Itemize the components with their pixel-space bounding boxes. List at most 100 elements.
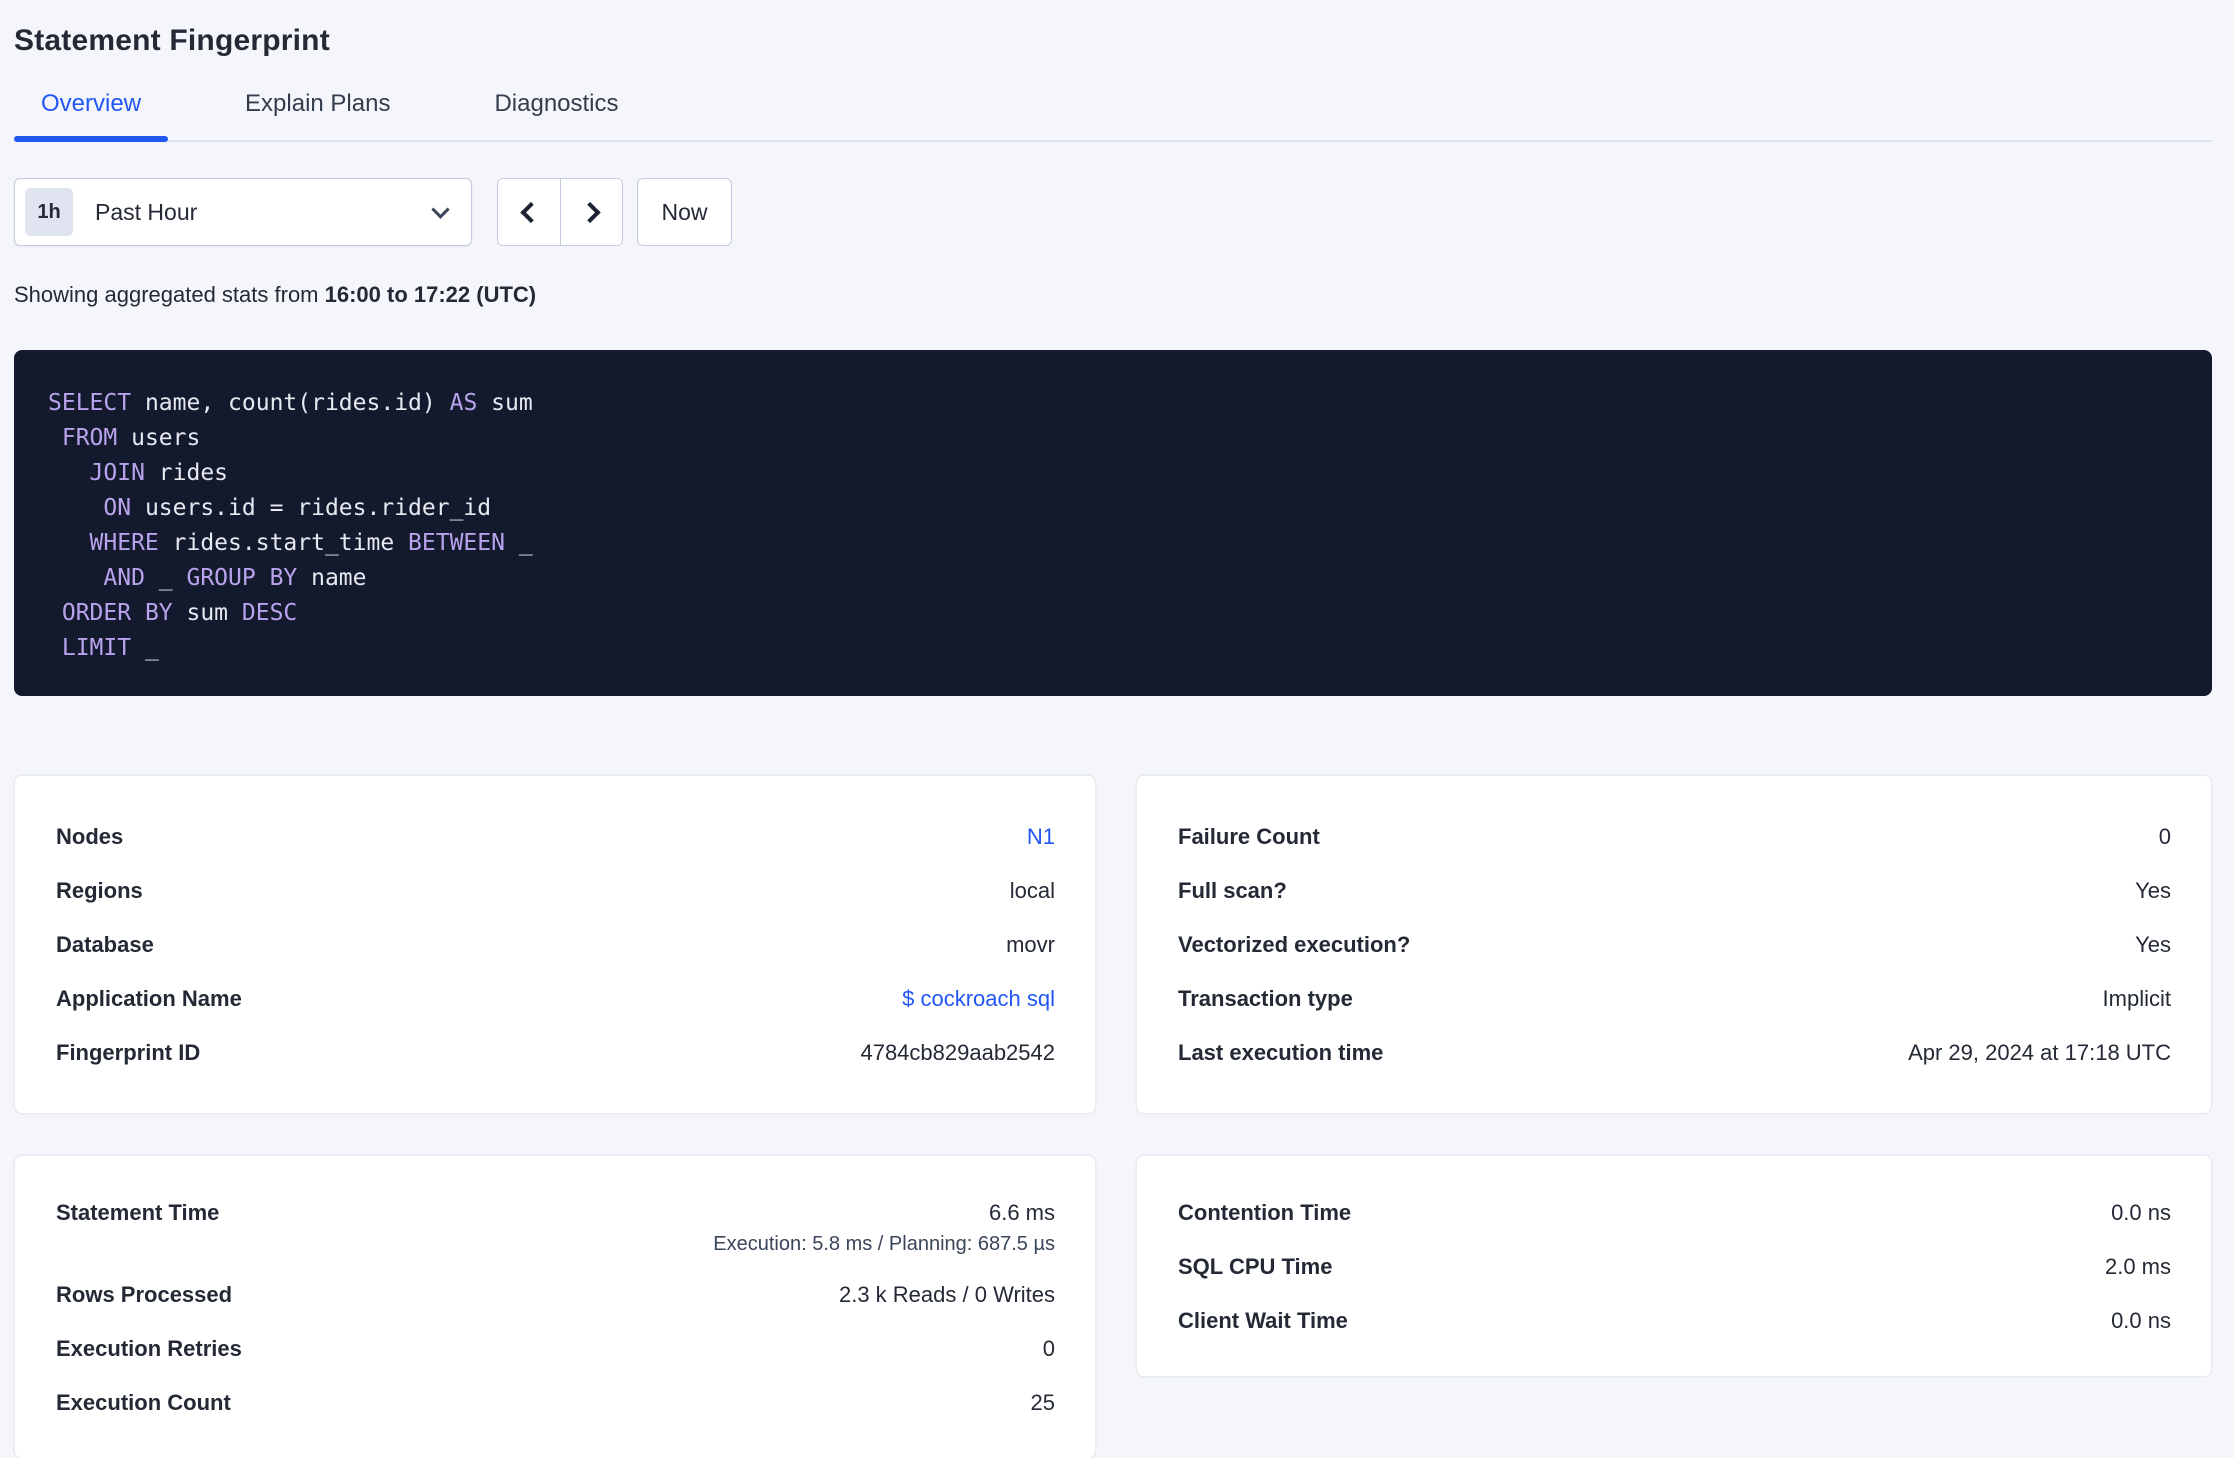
sql-keyword: DESC bbox=[241, 600, 298, 626]
stat-label: Fingerprint ID bbox=[56, 1040, 201, 1065]
stat-value: Implicit bbox=[2102, 986, 2171, 1011]
stat-row: Full scan? Yes bbox=[1178, 878, 2171, 904]
sql-token: rides bbox=[144, 460, 229, 486]
sql-keyword: SELECT bbox=[48, 390, 132, 416]
stat-value-link[interactable]: N1 bbox=[1027, 824, 1055, 850]
sql-token: users bbox=[117, 425, 201, 451]
sql-line: LIMIT _ bbox=[48, 631, 2176, 666]
sql-line: AND _ GROUP BY name bbox=[48, 561, 2176, 596]
stat-label: Execution Count bbox=[56, 1390, 231, 1415]
stat-label: Client Wait Time bbox=[1178, 1308, 1348, 1333]
timing-card-right: Contention Time 0.0 ns SQL CPU Time 2.0 ms C… bbox=[1136, 1155, 2212, 1377]
aggregated-stats-prefix: Showing aggregated stats from bbox=[14, 282, 325, 307]
time-range-badge: 1h bbox=[25, 188, 73, 236]
overview-card-right: Failure Count 0 Full scan? Yes Vectorized ex… bbox=[1136, 775, 2212, 1114]
stat-value: 4784cb829aab2542 bbox=[860, 1040, 1055, 1065]
sql-token: _ bbox=[144, 565, 187, 591]
sql-keyword: GROUP BY bbox=[186, 565, 298, 591]
sql-keyword: AND bbox=[103, 565, 145, 591]
stat-row: Last execution time Apr 29, 2024 at 17:18… bbox=[1178, 1040, 2171, 1066]
stat-row: Execution Retries 0 bbox=[56, 1336, 1055, 1362]
aggregated-stats-line: Showing aggregated stats from 16:00 to 1… bbox=[14, 282, 2212, 308]
statement-fingerprint-page: Statement Fingerprint Overview Explain Pl… bbox=[0, 0, 2234, 1458]
stat-value: local bbox=[1009, 878, 1055, 903]
stat-label: Regions bbox=[56, 878, 143, 903]
page-title: Statement Fingerprint bbox=[14, 24, 330, 57]
stat-row: Rows Processed 2.3 k Reads / 0 Writes bbox=[56, 1282, 1055, 1308]
stat-label: Contention Time bbox=[1178, 1200, 1352, 1225]
stat-value: Yes bbox=[2135, 932, 2171, 957]
stat-row: Transaction type Implicit bbox=[1178, 986, 2171, 1012]
sql-token: _ bbox=[131, 635, 159, 661]
sql-token: name bbox=[297, 565, 367, 591]
tab-overview[interactable]: Overview bbox=[14, 90, 169, 142]
sql-keyword: AS bbox=[449, 390, 478, 416]
time-range-dropdown[interactable]: 1h Past Hour bbox=[14, 178, 472, 246]
stat-value: 0 bbox=[1042, 1336, 1055, 1361]
stat-subvalue: Execution: 5.8 ms / Planning: 687.5 µs bbox=[713, 1233, 1055, 1255]
stat-value: 0 bbox=[2158, 824, 2171, 849]
stat-value: Yes bbox=[2135, 878, 2171, 903]
tab-bar: Overview Explain Plans Diagnostics bbox=[14, 90, 2212, 142]
stat-row: Failure Count 0 bbox=[1178, 824, 2171, 850]
stat-value: 6.6 ms bbox=[988, 1200, 1055, 1225]
sql-token: sum bbox=[477, 390, 533, 416]
stat-row: Vectorized execution? Yes bbox=[1178, 932, 2171, 958]
stat-value: 2.0 ms bbox=[2104, 1254, 2171, 1279]
stat-value: 0.0 ns bbox=[2111, 1200, 2171, 1225]
time-range-label: Past Hour bbox=[95, 198, 198, 225]
tab-diagnostics[interactable]: Diagnostics bbox=[467, 90, 645, 140]
stat-label: SQL CPU Time bbox=[1178, 1254, 1333, 1279]
stat-value: 2.3 k Reads / 0 Writes bbox=[838, 1282, 1055, 1307]
sql-token: name, count(rides.id) bbox=[131, 390, 450, 416]
stat-row: Statement Time 6.6 ms bbox=[56, 1200, 1055, 1226]
aggregated-stats-range: 16:00 to 17:22 (UTC) bbox=[324, 282, 537, 307]
stat-label: Statement Time bbox=[56, 1200, 220, 1225]
sql-token: users.id = rides.rider_id bbox=[131, 495, 492, 521]
sql-line: FROM users bbox=[48, 421, 2176, 456]
sql-line: JOIN rides bbox=[48, 456, 2176, 491]
sql-line: ORDER BY sum DESC bbox=[48, 596, 2176, 631]
stat-label: Last execution time bbox=[1178, 1040, 1384, 1065]
overview-card-left: Nodes N1 Regions local Database movr Applicati… bbox=[14, 775, 1096, 1114]
now-button[interactable]: Now bbox=[637, 178, 732, 246]
stat-row: Client Wait Time 0.0 ns bbox=[1178, 1308, 2171, 1334]
sql-line: ON users.id = rides.rider_id bbox=[48, 491, 2176, 526]
timing-card-left: Statement Time 6.6 ms Execution: 5.8 ms / … bbox=[14, 1155, 1096, 1458]
stat-value-link[interactable]: $ cockroach sql bbox=[902, 986, 1055, 1012]
stat-label: Full scan? bbox=[1178, 878, 1287, 903]
next-time-range-button[interactable] bbox=[560, 179, 622, 245]
sql-keyword: ON bbox=[103, 495, 132, 521]
stat-label: Failure Count bbox=[1178, 824, 1320, 849]
stat-label: Rows Processed bbox=[56, 1282, 233, 1307]
stat-value: 25 bbox=[1030, 1390, 1055, 1415]
stat-value: movr bbox=[1006, 932, 1055, 957]
sql-token: _ bbox=[504, 530, 533, 556]
sql-keyword: LIMIT bbox=[61, 635, 132, 661]
chevron-left-icon bbox=[519, 201, 542, 223]
sql-keyword: WHERE bbox=[89, 530, 159, 556]
sql-line: WHERE rides.start_time BETWEEN _ bbox=[48, 526, 2176, 561]
chevron-right-icon bbox=[579, 201, 601, 223]
previous-time-range-button[interactable] bbox=[498, 179, 560, 245]
stat-row: Execution Count 25 bbox=[56, 1390, 1055, 1416]
stat-label: Vectorized execution? bbox=[1178, 932, 1411, 957]
stat-label: Transaction type bbox=[1178, 986, 1353, 1011]
sql-keyword: JOIN bbox=[89, 460, 145, 486]
sql-statement-box: SELECT name, count(rides.id) AS sum FROM… bbox=[14, 350, 2212, 696]
time-controls: 1h Past Hour Now bbox=[14, 178, 2212, 246]
stat-value: 0.0 ns bbox=[2111, 1308, 2171, 1333]
tab-explain-plans[interactable]: Explain Plans bbox=[218, 90, 417, 140]
sql-keyword: BETWEEN bbox=[408, 530, 505, 556]
stat-label: Application Name bbox=[56, 986, 242, 1011]
stat-row: Nodes N1 bbox=[56, 824, 1055, 850]
sql-keyword: FROM bbox=[61, 425, 118, 451]
stat-label: Database bbox=[56, 932, 154, 957]
